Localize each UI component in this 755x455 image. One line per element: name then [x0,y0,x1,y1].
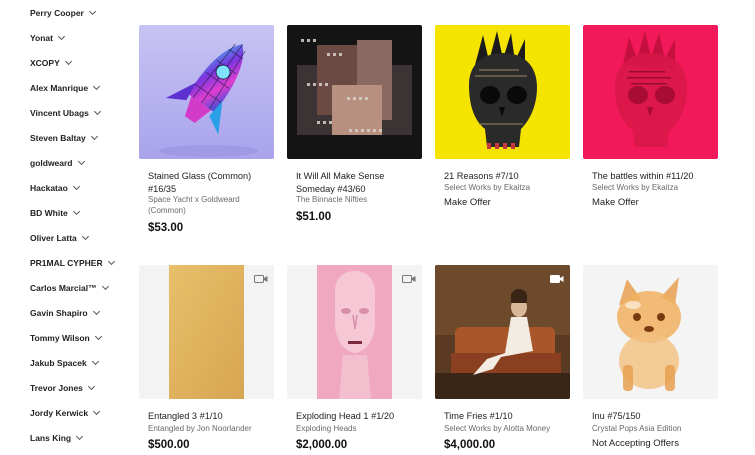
artist-filter-label: goldweard [30,158,73,168]
artist-filter-yonat[interactable]: Yonat [30,29,66,47]
artist-filter-label: Jordy Kerwick [30,408,89,418]
artist-filter-pr1mal-cypher[interactable]: PR1MAL CYPHER [30,254,115,272]
nft-collection: The Binnacle Nifties [296,195,368,204]
artist-filter-xcopy[interactable]: XCOPY [30,54,72,72]
nft-artwork-image [435,25,570,159]
chevron-down-icon [93,407,101,416]
nft-title: Entangled 3 #1/10 [148,411,223,421]
chevron-down-icon [72,182,80,191]
artist-filter-steven-baltay[interactable]: Steven Baltay [30,129,98,147]
artist-filter-label: Tommy Wilson [30,333,90,343]
artist-filter-label: Alex Manrique [30,83,89,93]
chevron-down-icon [93,82,101,91]
artist-filter-label: Yonat [30,33,53,43]
nft-title: The battles within #11/20 [592,171,694,181]
nft-price: $51.00 [296,211,332,223]
chevron-down-icon [87,382,95,391]
video-icon [254,275,268,283]
artist-filter-label: Oliver Latta [30,233,77,243]
artist-filter-lans-king[interactable]: Lans King [30,429,84,447]
artist-filter-carlos-marcial[interactable]: Carlos Marcial™ [30,279,109,297]
make-offer-link[interactable]: Make Offer [444,197,491,208]
nft-collection: Exploding Heads [296,424,357,433]
nft-artwork-image [583,265,718,399]
chevron-down-icon [76,432,84,441]
artist-filter-oliver-latta[interactable]: Oliver Latta [30,229,89,247]
nft-price: $500.00 [148,439,190,451]
artist-filter-label: PR1MAL CYPHER [30,258,103,268]
nft-collection: Entangled by Jon Noorlander [148,424,252,433]
artist-filter-label: Lans King [30,433,72,443]
nft-price: $2,000.00 [296,439,348,451]
chevron-down-icon [94,332,102,341]
artist-filter-jordy-kerwick[interactable]: Jordy Kerwick [30,404,101,422]
artist-filter-jakub-spacek[interactable]: Jakub Spacek [30,354,99,372]
video-icon [402,275,416,283]
artist-filter-trevor-jones[interactable]: Trevor Jones [30,379,95,397]
chevron-down-icon [107,257,115,266]
not-accepting-offers-label: Not Accepting Offers [592,438,679,449]
artist-filter-vincent-ubags[interactable]: Vincent Ubags [30,104,101,122]
chevron-down-icon [88,7,96,16]
chevron-down-icon [72,207,80,216]
nft-card[interactable]: Exploding Head 1 #1/20 Exploding Heads $… [287,265,422,455]
nft-card[interactable]: It Will All Make Sense Someday #43/60 Th… [287,25,422,240]
chevron-down-icon [77,157,85,166]
nft-card[interactable]: The battles within #11/20 Select Works b… [583,25,718,240]
nft-card[interactable]: Time Fries #1/10 Select Works by Alotta … [435,265,570,455]
nft-artwork-image [583,25,718,159]
nft-artwork-image [139,25,274,159]
nft-collection: Select Works by Ekaitza [444,183,531,192]
make-offer-link[interactable]: Make Offer [592,197,639,208]
chevron-down-icon [91,357,99,366]
artist-filter-label: Steven Baltay [30,133,86,143]
nft-price: $53.00 [148,222,184,234]
artist-filter-label: Jakub Spacek [30,358,87,368]
artist-filter-label: Trevor Jones [30,383,83,393]
nft-card[interactable]: Stained Glass (Common) #16/35 Space Yach… [139,25,274,240]
nft-title: Exploding Head 1 #1/20 [296,411,395,421]
nft-collection: Space Yacht x Goldweard (Common) [148,195,240,215]
artist-filter-tommy-wilson[interactable]: Tommy Wilson [30,329,102,347]
artist-filter-hackatao[interactable]: Hackatao [30,179,80,197]
nft-title: 21 Reasons #7/10 [444,171,519,181]
nft-title: It Will All Make Sense Someday #43/60 [296,171,385,194]
nft-title: Stained Glass (Common) #16/35 [148,171,252,194]
nft-title: Inu #75/150 [592,411,641,421]
artist-filter-label: XCOPY [30,58,60,68]
nft-card[interactable]: Inu #75/150 Crystal Pops Asia Edition No… [583,265,718,455]
chevron-down-icon [101,282,109,291]
artist-filter-label: Gavin Shapiro [30,308,88,318]
artist-filter-perry-cooper[interactable]: Perry Cooper [30,4,96,22]
artist-filter-goldweard[interactable]: goldweard [30,154,85,172]
chevron-down-icon [93,107,101,116]
nft-collection: Crystal Pops Asia Edition [592,424,682,433]
nft-artwork-image [139,265,274,399]
artist-filter-label: Perry Cooper [30,8,84,18]
chevron-down-icon [64,57,72,66]
artist-filter-label: BD White [30,208,68,218]
artist-filter-label: Hackatao [30,183,68,193]
nft-price: $4,000.00 [444,439,496,451]
nft-artwork-image [287,265,422,399]
artist-filter-bd-white[interactable]: BD White [30,204,80,222]
artist-filter-gavin-shapiro[interactable]: Gavin Shapiro [30,304,100,322]
chevron-down-icon [90,132,98,141]
artist-filter-label: Vincent Ubags [30,108,89,118]
artist-filter-sidebar: Perry Cooper Yonat XCOPY Alex Manrique V… [0,0,128,455]
chevron-down-icon [92,307,100,316]
artist-filter-label: Carlos Marcial™ [30,283,97,293]
nft-collection: Select Works by Alotta Money [444,424,551,433]
nft-title: Time Fries #1/10 [444,411,513,421]
artist-filter-alex-manrique[interactable]: Alex Manrique [30,79,101,97]
nft-artwork-image [287,25,422,159]
nft-artwork-image [435,265,570,399]
nft-collection: Select Works by Ekaitza [592,183,679,192]
nft-card[interactable]: Entangled 3 #1/10 Entangled by Jon Noorl… [139,265,274,455]
chevron-down-icon [57,32,66,41]
video-icon [550,275,564,283]
chevron-down-icon [81,232,89,241]
nft-card[interactable]: 21 Reasons #7/10 Select Works by Ekaitza… [435,25,570,240]
